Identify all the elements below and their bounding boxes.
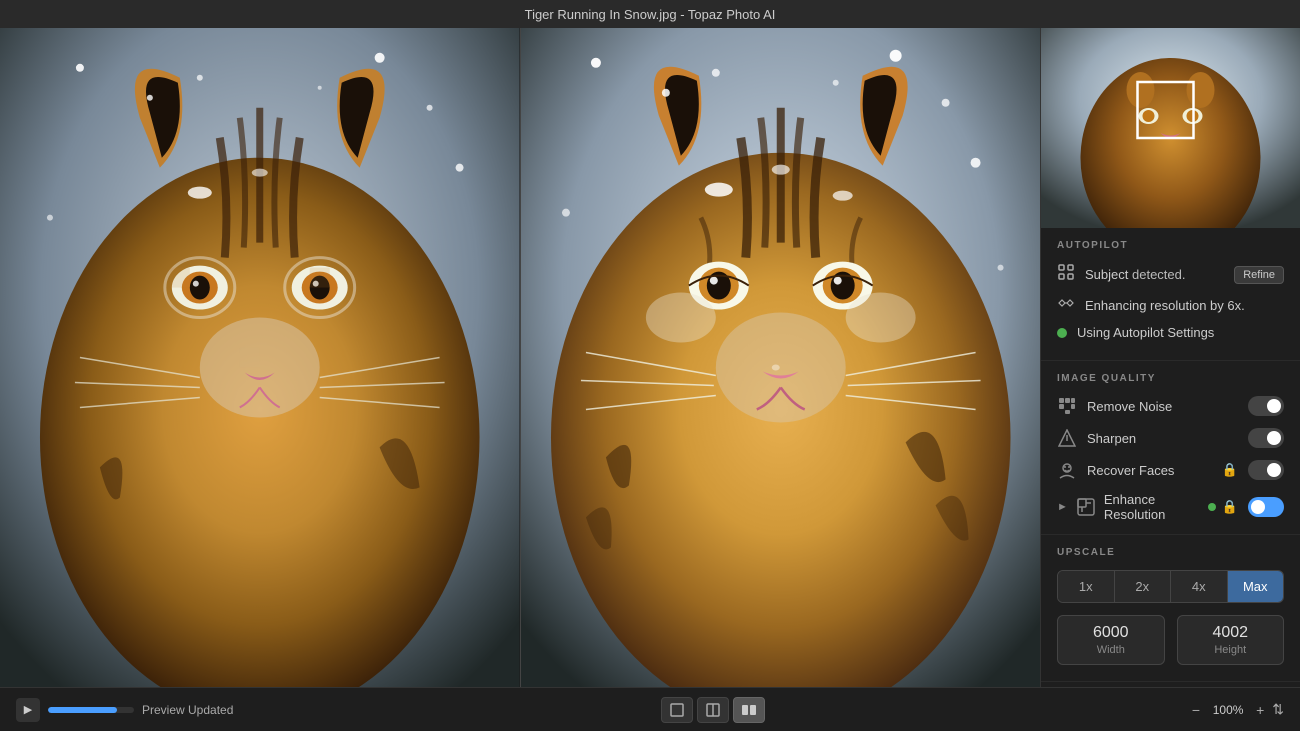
scale-2x-button[interactable]: 2x [1115, 571, 1172, 602]
zoom-reset-button[interactable]: ⇅ [1272, 701, 1284, 718]
autopilot-settings-text: Using Autopilot Settings [1077, 325, 1284, 340]
width-label: Width [1070, 644, 1152, 656]
subject-detected-row: Subject detected. Refine [1057, 263, 1284, 286]
remove-noise-toggle[interactable] [1248, 396, 1284, 416]
tiger-image-after [521, 28, 1041, 687]
play-button[interactable]: ▶ [16, 698, 40, 722]
resolution-row: Enhancing resolution by 6x. [1057, 294, 1284, 317]
sharpen-icon [1057, 428, 1077, 448]
remove-noise-row: Remove Noise [1057, 396, 1284, 416]
bottom-bar: ▶ Preview Updated − 100% + ⇅ [0, 687, 1300, 731]
enhance-resolution-lock-icon: 🔒 [1222, 499, 1238, 515]
image-panel-right [521, 28, 1041, 687]
single-view-icon [669, 702, 685, 718]
height-box: 4002 Height [1177, 615, 1285, 665]
dimension-row: 6000 Width 4002 Height [1057, 615, 1284, 665]
upscale-section: UPSCALE 1x 2x 4x Max 6000 Width 4002 Hei… [1041, 535, 1300, 682]
tiger-image-before [0, 28, 520, 687]
sharpen-row: Sharpen [1057, 428, 1284, 448]
scale-max-button[interactable]: Max [1228, 571, 1284, 602]
recover-faces-label: Recover Faces [1087, 463, 1212, 478]
bottom-center [661, 697, 765, 723]
recover-faces-controls: 🔒 [1222, 460, 1284, 480]
green-dot [1057, 328, 1067, 338]
split-view-icon [705, 702, 721, 718]
enhance-resolution-dot [1208, 503, 1216, 511]
bottom-left: ▶ Preview Updated [16, 698, 233, 722]
recover-faces-slider [1248, 460, 1284, 480]
image-quality-title: IMAGE QUALITY [1057, 373, 1284, 384]
split-view-button[interactable] [697, 697, 729, 723]
image-quality-section: IMAGE QUALITY Remove Noise [1041, 361, 1300, 535]
autopilot-title: AUTOPILOT [1057, 240, 1284, 251]
bottom-right: − 100% + ⇅ [1192, 701, 1284, 718]
enhance-resolution-toggle[interactable] [1248, 497, 1284, 517]
scale-1x-button[interactable]: 1x [1058, 571, 1115, 602]
expand-icon[interactable]: ► [1057, 501, 1068, 513]
enhance-resolution-slider [1248, 497, 1284, 517]
resolution-icon [1057, 294, 1075, 317]
subject-text: Subject detected. [1085, 267, 1224, 282]
height-value: 4002 [1190, 624, 1272, 642]
zoom-out-button[interactable]: − [1192, 702, 1200, 718]
width-box: 6000 Width [1057, 615, 1165, 665]
sharpen-slider [1248, 428, 1284, 448]
upscale-buttons: 1x 2x 4x Max [1057, 570, 1284, 603]
enhance-resolution-label: Enhance Resolution [1104, 492, 1200, 522]
refine-button[interactable]: Refine [1234, 266, 1284, 284]
progress-fill [48, 707, 117, 713]
image-area [0, 28, 1040, 687]
sharpen-label: Sharpen [1087, 431, 1238, 446]
preview-label: Preview Updated [142, 703, 233, 717]
zoom-level: 100% [1208, 703, 1248, 717]
upscale-title: UPSCALE [1057, 547, 1284, 558]
main-layout: AUTOPILOT Subject detected. Refine [0, 28, 1300, 687]
app-title: Tiger Running In Snow.jpg - Topaz Photo … [525, 7, 776, 22]
remove-noise-label: Remove Noise [1087, 399, 1238, 414]
dual-view-icon [741, 702, 757, 718]
title-bar: Tiger Running In Snow.jpg - Topaz Photo … [0, 0, 1300, 28]
thumbnail-area [1041, 28, 1300, 228]
remove-noise-icon [1057, 396, 1077, 416]
progress-bar [48, 707, 134, 713]
recover-faces-row: Recover Faces 🔒 [1057, 460, 1284, 480]
autopilot-section: AUTOPILOT Subject detected. Refine [1041, 228, 1300, 361]
remove-noise-slider [1248, 396, 1284, 416]
scale-4x-button[interactable]: 4x [1171, 571, 1228, 602]
thumbnail-image [1041, 28, 1300, 228]
recover-faces-toggle[interactable] [1248, 460, 1284, 480]
single-view-button[interactable] [661, 697, 693, 723]
sharpen-toggle[interactable] [1248, 428, 1284, 448]
recover-faces-icon [1057, 460, 1077, 480]
dual-view-button[interactable] [733, 697, 765, 723]
autopilot-settings-row: Using Autopilot Settings [1057, 325, 1284, 340]
subject-icon [1057, 263, 1075, 286]
zoom-in-button[interactable]: + [1256, 702, 1264, 718]
enhance-resolution-icon [1076, 497, 1096, 517]
enhance-resolution-controls: 🔒 [1208, 497, 1284, 517]
enhance-resolution-row: ► Enhance Resolution 🔒 [1057, 492, 1284, 522]
recover-faces-lock-icon: 🔒 [1222, 462, 1238, 478]
image-panel-left [0, 28, 521, 687]
height-label: Height [1190, 644, 1272, 656]
enhance-text: Enhancing resolution by 6x. [1085, 298, 1245, 313]
right-panel: AUTOPILOT Subject detected. Refine [1040, 28, 1300, 687]
width-value: 6000 [1070, 624, 1152, 642]
